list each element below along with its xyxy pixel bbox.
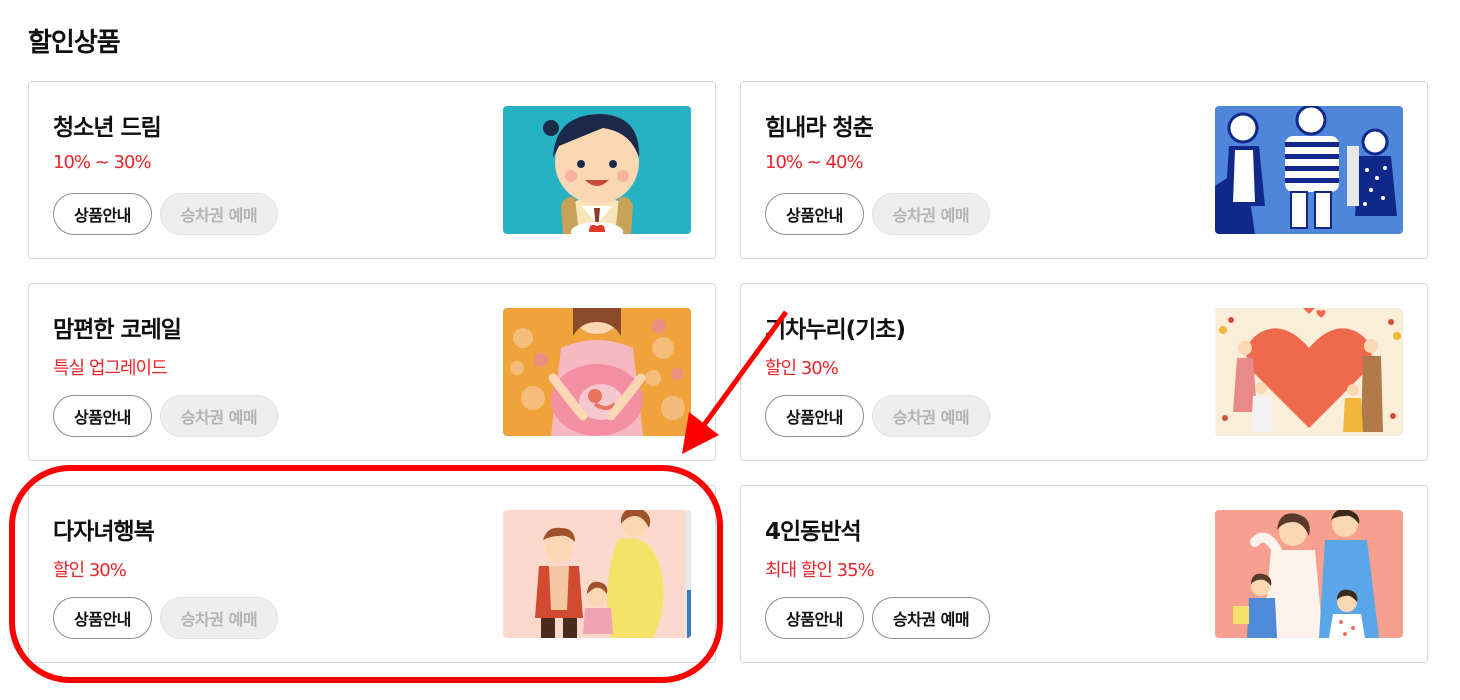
card-title: 4인동반석 <box>765 519 862 545</box>
heart-family-illustration <box>1215 308 1403 436</box>
teen-illustration <box>503 106 691 234</box>
discount-card-teen-dream: 청소년 드림 10% ~ 30% 상품안내 승차권 예매 <box>28 81 716 259</box>
ticket-booking-button[interactable]: 승차권 예매 <box>871 597 991 639</box>
ticket-booking-button[interactable]: 승차권 예매 <box>159 395 279 437</box>
card-title: 힘내라 청춘 <box>765 115 874 141</box>
ticket-booking-button[interactable]: 승차권 예매 <box>159 597 279 639</box>
pregnant-mother-illustration <box>503 308 691 436</box>
product-info-button[interactable]: 상품안내 <box>765 395 864 437</box>
product-info-button[interactable]: 상품안내 <box>765 193 864 235</box>
card-title: 기차누리(기초) <box>765 317 906 343</box>
family-of-four-illustration <box>1215 510 1403 638</box>
card-discount: 10% ~ 30% <box>53 152 152 173</box>
card-discount: 할인 30% <box>765 358 839 379</box>
ticket-booking-button[interactable]: 승차권 예매 <box>871 193 991 235</box>
discount-card-multi-child-happiness: 다자녀행복 할인 30% 상품안내 승차권 예매 <box>28 485 716 663</box>
multi-child-family-illustration <box>503 510 691 638</box>
discount-card-cheer-up-youth: 힘내라 청춘 10% ~ 40% 상품안내 승차권 예매 <box>740 81 1428 259</box>
discount-card-family-of-four-seats: 4인동반석 최대 할인 35% 상품안내 승차권 예매 <box>740 485 1428 663</box>
product-info-button[interactable]: 상품안내 <box>765 597 864 639</box>
product-info-button[interactable]: 상품안내 <box>53 395 152 437</box>
section-title: 할인상품 <box>28 28 121 58</box>
ticket-booking-button[interactable]: 승차권 예매 <box>159 193 279 235</box>
discount-card-mom-korail: 맘편한 코레일 특실 업그레이드 상품안내 승차권 예매 <box>28 283 716 461</box>
product-info-button[interactable]: 상품안내 <box>53 597 152 639</box>
card-discount: 특실 업그레이드 <box>53 358 168 379</box>
card-title: 다자녀행복 <box>53 519 155 545</box>
product-info-button[interactable]: 상품안내 <box>53 193 152 235</box>
discount-card-train-nuri: 기차누리(기초) 할인 30% 상품안내 승차권 예매 <box>740 283 1428 461</box>
card-discount: 최대 할인 35% <box>765 560 875 581</box>
card-discount: 10% ~ 40% <box>765 152 864 173</box>
youth-group-illustration <box>1215 106 1403 234</box>
card-title: 청소년 드림 <box>53 115 162 141</box>
card-discount: 할인 30% <box>53 560 127 581</box>
ticket-booking-button[interactable]: 승차권 예매 <box>871 395 991 437</box>
card-title: 맘편한 코레일 <box>53 317 182 343</box>
